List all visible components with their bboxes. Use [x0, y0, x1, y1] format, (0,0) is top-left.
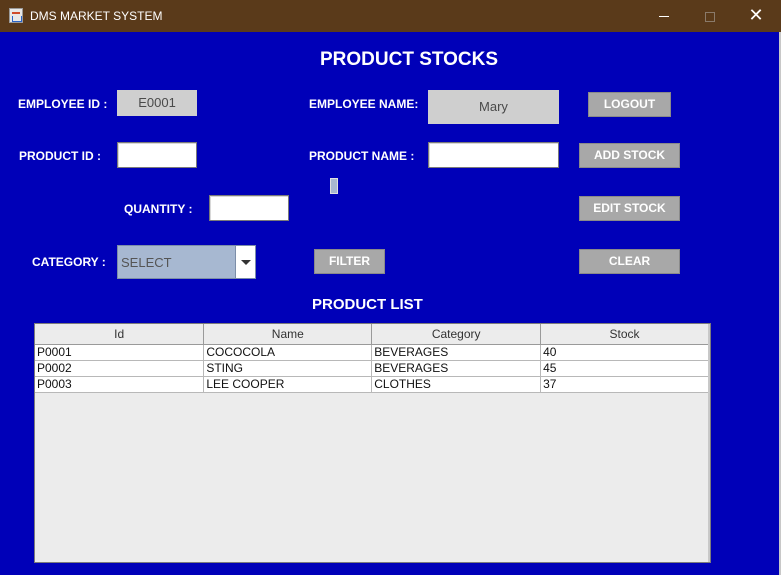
- quantity-label: QUANTITY :: [124, 202, 193, 216]
- table-row[interactable]: P0001 COCOCOLA BEVERAGES 40: [35, 343, 709, 361]
- product-table-scrollpane[interactable]: Id Name Category Stock P0001 COCOCOLA BE…: [34, 323, 711, 563]
- employee-name-value: Mary: [428, 90, 559, 124]
- minimize-button[interactable]: [641, 0, 687, 32]
- app-window: DMS MARKET SYSTEM ✕ PRODUCT STOCKS EMPLO…: [0, 0, 781, 575]
- cell-category[interactable]: CLOTHES: [371, 375, 542, 393]
- clear-button[interactable]: CLEAR: [579, 249, 680, 274]
- focus-indicator: [330, 178, 338, 194]
- chevron-down-icon[interactable]: [235, 246, 255, 278]
- product-id-input[interactable]: [117, 142, 197, 168]
- column-header-category[interactable]: Category: [371, 324, 542, 345]
- column-header-name[interactable]: Name: [203, 324, 373, 345]
- cell-id[interactable]: P0002: [35, 359, 205, 377]
- category-label: CATEGORY :: [32, 255, 106, 269]
- employee-id-value: E0001: [117, 90, 197, 116]
- product-name-input[interactable]: [428, 142, 559, 168]
- cell-stock[interactable]: 40: [540, 343, 709, 361]
- table-header-row: Id Name Category Stock: [35, 324, 709, 345]
- cell-id[interactable]: P0001: [35, 343, 205, 361]
- cell-category[interactable]: BEVERAGES: [371, 343, 542, 361]
- cell-name[interactable]: LEE COOPER: [203, 375, 373, 393]
- page-title: PRODUCT STOCKS: [320, 49, 499, 70]
- column-header-id[interactable]: Id: [35, 324, 205, 345]
- quantity-input[interactable]: [209, 195, 289, 221]
- window-title: DMS MARKET SYSTEM: [30, 9, 163, 23]
- table-row[interactable]: P0003 LEE COOPER CLOTHES 37: [35, 375, 709, 393]
- edit-stock-button[interactable]: EDIT STOCK: [579, 196, 680, 221]
- product-id-label: PRODUCT ID :: [19, 149, 101, 163]
- product-list-title: PRODUCT LIST: [312, 296, 423, 313]
- title-bar[interactable]: DMS MARKET SYSTEM ✕: [0, 0, 781, 32]
- maximize-button[interactable]: [687, 0, 733, 32]
- cell-name[interactable]: COCOCOLA: [203, 343, 373, 361]
- add-stock-button[interactable]: ADD STOCK: [579, 143, 680, 168]
- product-name-label: PRODUCT NAME :: [309, 149, 415, 163]
- employee-name-label: EMPLOYEE NAME:: [309, 97, 419, 111]
- filter-button[interactable]: FILTER: [314, 249, 385, 274]
- close-button[interactable]: ✕: [733, 0, 779, 32]
- product-table[interactable]: Id Name Category Stock P0001 COCOCOLA BE…: [35, 324, 709, 393]
- logout-button[interactable]: LOGOUT: [588, 92, 671, 117]
- cell-id[interactable]: P0003: [35, 375, 205, 393]
- minimize-icon: [659, 16, 669, 17]
- table-row[interactable]: P0002 STING BEVERAGES 45: [35, 359, 709, 377]
- employee-id-label: EMPLOYEE ID :: [18, 97, 108, 111]
- java-cup-icon: [9, 8, 23, 23]
- cell-stock[interactable]: 45: [540, 359, 709, 377]
- cell-name[interactable]: STING: [203, 359, 373, 377]
- category-select[interactable]: SELECT: [117, 245, 256, 279]
- cell-category[interactable]: BEVERAGES: [371, 359, 542, 377]
- column-header-stock[interactable]: Stock: [540, 324, 709, 345]
- cell-stock[interactable]: 37: [540, 375, 709, 393]
- category-selected-value: SELECT: [121, 255, 172, 270]
- maximize-icon: [705, 11, 715, 22]
